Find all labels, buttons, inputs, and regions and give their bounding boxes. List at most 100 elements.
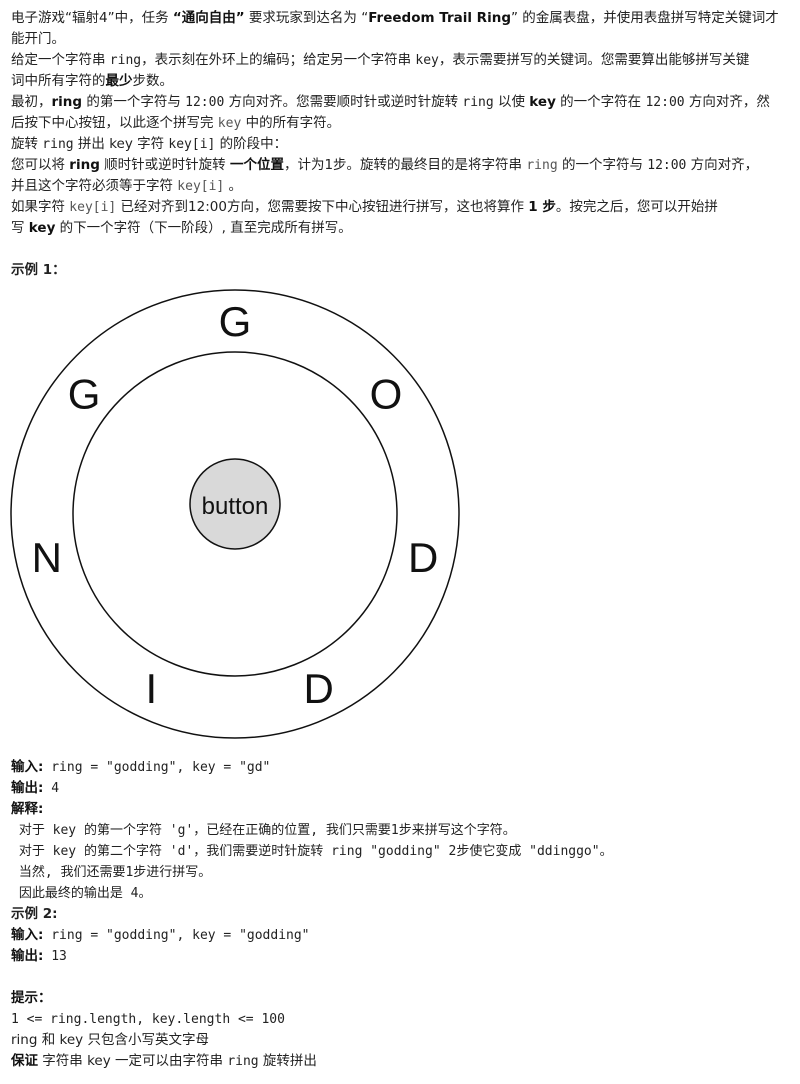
key-bold: key <box>529 94 556 110</box>
examples-section: 输入: ring = "godding", key = "gd" 输出: 4 解… <box>11 757 791 1072</box>
ring-letter: D <box>304 665 334 712</box>
emphasis-one-position: 一个位置 <box>229 157 284 173</box>
hint-charset: ring 和 key 只包含小写英文字母 <box>11 1030 791 1051</box>
code-ring: ring <box>462 95 494 110</box>
text: ring <box>11 1032 38 1048</box>
text: ，表示需要拼写的关键词。您需要算出能够拼写关键 <box>438 52 750 68</box>
text: 。 <box>224 178 243 194</box>
text: 旋转 <box>11 136 43 152</box>
text: 一定可以由字符串 <box>110 1053 228 1069</box>
text: 的一个字符在 <box>555 94 646 110</box>
output-value: 4 <box>43 781 60 796</box>
ring-letter: I <box>145 665 157 712</box>
text: 步数。 <box>132 73 174 89</box>
text: key <box>87 1053 111 1069</box>
text: 能开门。 <box>11 31 65 47</box>
ring-letter: G <box>68 371 101 418</box>
ring-name: Freedom Trail Ring <box>368 10 511 26</box>
problem-description: 电子游戏“辐射4”中，任务 “通向自由” 要求玩家到达名为 “Freedom T… <box>11 8 791 281</box>
example-1-input: 输入: ring = "godding", key = "gd" <box>11 757 791 778</box>
quest-name: “通向自由” <box>172 10 245 26</box>
text: 拼出 key 字符 <box>73 136 169 152</box>
code-ring: ring <box>109 53 142 68</box>
ring-letter: O <box>370 371 403 418</box>
example-2-input: 输入: ring = "godding", key = "godding" <box>11 925 791 946</box>
code-time: 12:00 <box>647 158 687 173</box>
output-label: 输出: <box>11 780 44 796</box>
emphasis-least: 最少 <box>105 73 133 89</box>
ring-letter: G <box>219 298 252 345</box>
paragraph-intro: 电子游戏“辐射4”中，任务 “通向自由” 要求玩家到达名为 “Freedom T… <box>11 8 791 50</box>
input-label: 输入: <box>11 759 44 775</box>
text: 和 <box>37 1032 60 1048</box>
text: 最初， <box>11 94 52 110</box>
code-ring: ring <box>526 158 558 173</box>
code-ring: ring <box>227 1054 259 1069</box>
input-label: 输入: <box>11 927 44 943</box>
text: 后按下中心按钮，以此逐个拼写完 <box>11 115 218 131</box>
ring-diagram: button G O D D I N G <box>10 289 460 739</box>
code-ring: ring <box>42 137 74 152</box>
ring-letter: D <box>408 534 438 581</box>
guarantee-bold: 保证 <box>11 1053 38 1069</box>
emphasis-one-step: 1 步 <box>528 199 556 215</box>
explanation-label: 解释: <box>11 801 44 817</box>
center-button-label: button <box>202 493 269 520</box>
explanation-line: 因此最终的输出是 4。 <box>11 886 152 901</box>
input-value: ring = "godding", key = "gd" <box>43 760 271 775</box>
text: 词中所有字符的 <box>11 73 106 89</box>
text: key <box>59 1032 84 1048</box>
example-2-output: 输出: 13 <box>11 946 791 967</box>
text: 旋转拼出 <box>258 1053 317 1069</box>
example-1-output: 输出: 4 <box>11 778 791 799</box>
explanation-line: 对于 key 的第一个字符 'g'，已经在正确的位置, 我们只需要1步来拼写这个… <box>11 823 516 838</box>
output-label: 输出: <box>11 948 44 964</box>
text: 要求玩家到达名为 “ <box>244 10 369 26</box>
text: ，表示刻在外环上的编码；给定另一个字符串 <box>141 52 416 68</box>
text: 写 <box>11 220 29 236</box>
code-key-i: key[i] <box>69 200 117 215</box>
hint-constraint-length: 1 <= ring.length, key.length <= 100 <box>11 1012 285 1027</box>
text: 如果字符 <box>11 199 70 215</box>
example-1-title: 示例 1： <box>11 262 66 278</box>
code-key-i: key[i] <box>177 179 225 194</box>
ring-letter: N <box>32 534 62 581</box>
text: 字符串 <box>38 1053 88 1069</box>
text: 电子游戏“辐射4”中，任务 <box>11 10 173 26</box>
paragraph-press: 如果字符 key[i] 已经对齐到12:00方向，您需要按下中心按钮进行拼写，这… <box>11 197 791 239</box>
text: 只包含小写英文字母 <box>83 1032 209 1048</box>
text: 的下一个字符（下一阶段）, 直至完成所有拼写。 <box>55 220 352 236</box>
text: 给定一个字符串 <box>11 52 110 68</box>
text: 的阶段中： <box>215 136 288 152</box>
input-value: ring = "godding", key = "godding" <box>43 928 310 943</box>
code-key: key <box>217 116 242 131</box>
hint-guarantee: 保证 字符串 key 一定可以由字符串 ring 旋转拼出 <box>11 1051 791 1072</box>
example-1-explanation-label: 解释: <box>11 799 791 820</box>
hints-title-text: 提示： <box>11 990 52 1006</box>
text: 并且这个字符必须等于字符 <box>11 178 178 194</box>
text: 的一个字符与 <box>557 157 648 173</box>
text: ” 的金属表盘，并使用表盘拼写特定关键词才 <box>510 10 779 26</box>
code-key-i: key[i] <box>168 137 216 152</box>
code-time: 12:00 <box>185 95 225 110</box>
ring-bold: ring <box>51 94 83 110</box>
text: 方向对齐，然 <box>684 94 770 110</box>
text: 的第一个字符与 <box>82 94 186 110</box>
code-time: 12:00 <box>645 95 685 110</box>
text: 已经对齐到12:00方向，您需要按下中心按钮进行拼写，这也将算作 <box>116 199 529 215</box>
example-2-title: 示例 2: <box>11 906 58 922</box>
explanation-line: 对于 key 的第二个字符 'd'，我们需要逆时针旋转 ring "goddin… <box>11 844 613 859</box>
text: ，计为1步。旋转的最终目的是将字符串 <box>283 157 527 173</box>
output-value: 13 <box>43 949 67 964</box>
text: 您可以将 <box>11 157 70 173</box>
paragraph-definition: 给定一个字符串 ring，表示刻在外环上的编码；给定另一个字符串 key，表示需… <box>11 50 791 92</box>
text: 顺时针或逆时针旋转 <box>99 157 230 173</box>
ring-bold: ring <box>69 157 100 173</box>
text: 。按完之后，您可以开始拼 <box>555 199 718 215</box>
explanation-line: 当然, 我们还需要1步进行拼写。 <box>11 865 212 880</box>
paragraph-initial: 最初，ring 的第一个字符与 12:00 方向对齐。您需要顺时针或逆时针旋转 … <box>11 92 791 134</box>
paragraph-rotate: 您可以将 ring 顺时针或逆时针旋转 一个位置，计为1步。旋转的最终目的是将字… <box>11 155 791 197</box>
key-bold: key <box>28 220 56 236</box>
